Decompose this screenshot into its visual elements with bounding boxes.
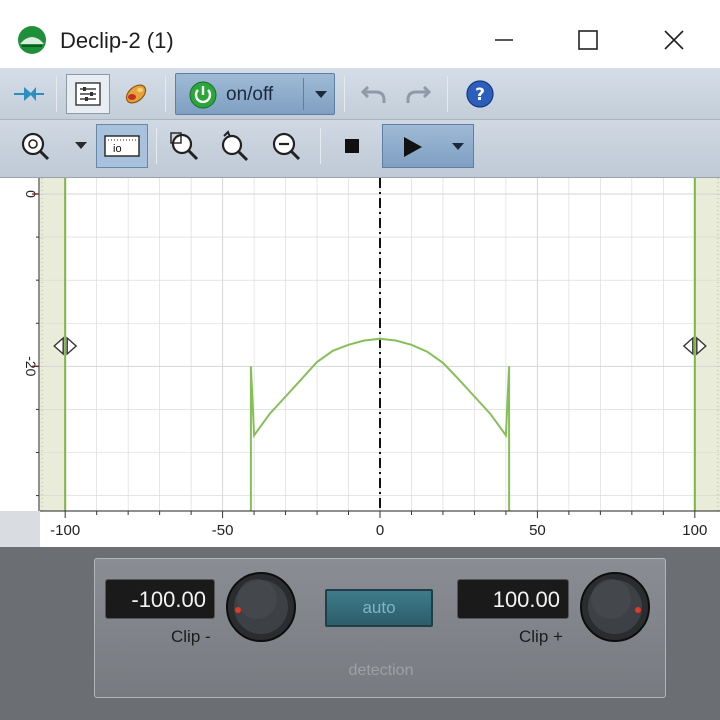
preset-button[interactable] [116, 76, 156, 112]
toolbar-separator [344, 76, 345, 112]
power-icon [189, 81, 217, 109]
on-off-button[interactable]: on/off [175, 73, 335, 115]
redo-button[interactable] [400, 76, 436, 112]
transfer-plot[interactable]: 0 -20 -100 -50 0 50 100 [0, 178, 720, 547]
zoom-out-button[interactable] [266, 126, 306, 166]
y-axis-strip [0, 178, 40, 511]
undo-button[interactable] [356, 76, 392, 112]
clip-plus-label: Clip + [519, 627, 563, 646]
zoom-in-icon [221, 130, 249, 162]
on-off-label: on/off [226, 84, 274, 105]
io-meter-icon [104, 135, 140, 157]
zoom-fit-icon [170, 132, 199, 161]
zoom-fit-button[interactable] [164, 126, 204, 166]
pin-icon [14, 87, 44, 101]
x-axis-strip [0, 511, 720, 547]
dropdown-arrow-icon[interactable] [314, 90, 328, 100]
help-icon: ? [466, 80, 494, 108]
stop-icon [345, 139, 359, 153]
x-tick-label: -100 [50, 522, 80, 539]
detection-section-label: detection [348, 662, 414, 679]
settings-panel-button[interactable] [66, 74, 110, 114]
clip-plus-knob[interactable] [575, 567, 655, 647]
zoom-button[interactable] [14, 126, 56, 166]
zoom-icon [21, 132, 50, 161]
redo-icon [406, 85, 432, 103]
play-button[interactable] [382, 124, 474, 168]
clip-minus-knob[interactable] [221, 567, 301, 647]
x-tick-label: 0 [376, 522, 384, 539]
transfer-plot-svg[interactable]: 0-20-100 -50 0 50 100 [0, 178, 720, 547]
toolbar-separator [320, 128, 321, 164]
minimize-button[interactable] [480, 18, 528, 62]
svg-text:?: ? [475, 85, 485, 105]
clip-minus-label: Clip - [171, 627, 211, 646]
auto-button[interactable]: auto [325, 589, 433, 627]
maximize-icon [578, 30, 598, 50]
toolbar-separator [165, 76, 166, 112]
minimize-icon [495, 39, 513, 41]
x-tick-label: 100 [682, 522, 707, 539]
toolbar-separator [447, 76, 448, 112]
clip-minus-readout[interactable]: -100.00 [105, 579, 215, 619]
play-icon [404, 137, 422, 157]
stop-button[interactable] [336, 128, 368, 164]
title-bar: Declip-2 (1) [0, 0, 720, 68]
zoom-in-button[interactable] [214, 126, 254, 166]
x-tick-label: -50 [212, 522, 234, 539]
clip-plus-readout[interactable]: 100.00 [457, 579, 569, 619]
detection-panel: -100.00 Clip - auto 100.00 Clip + detect… [94, 558, 666, 698]
dropdown-arrow-icon[interactable] [451, 142, 465, 152]
close-icon [664, 30, 684, 50]
io-meter-button[interactable]: io [96, 124, 148, 168]
pin-button[interactable] [10, 76, 48, 112]
app-icon [18, 26, 46, 54]
close-button[interactable] [650, 18, 698, 62]
preset-icon [125, 84, 147, 104]
maximize-button[interactable] [564, 18, 612, 62]
settings-panel-icon [75, 82, 101, 106]
toolbar-separator [56, 76, 57, 112]
declip-window: Declip-2 (1) on/off ? io 0 -20 -100 -50 … [0, 0, 720, 720]
axis-corner [0, 511, 40, 547]
undo-icon [360, 85, 386, 103]
zoom-out-icon [272, 132, 301, 161]
io-label: io [113, 143, 122, 155]
toolbar-separator [156, 128, 157, 164]
window-title: Declip-2 (1) [60, 28, 174, 53]
x-tick-label: 50 [529, 522, 546, 539]
help-button[interactable]: ? [460, 76, 500, 112]
dropdown-arrow-icon[interactable] [74, 141, 88, 151]
split-divider [303, 78, 304, 110]
